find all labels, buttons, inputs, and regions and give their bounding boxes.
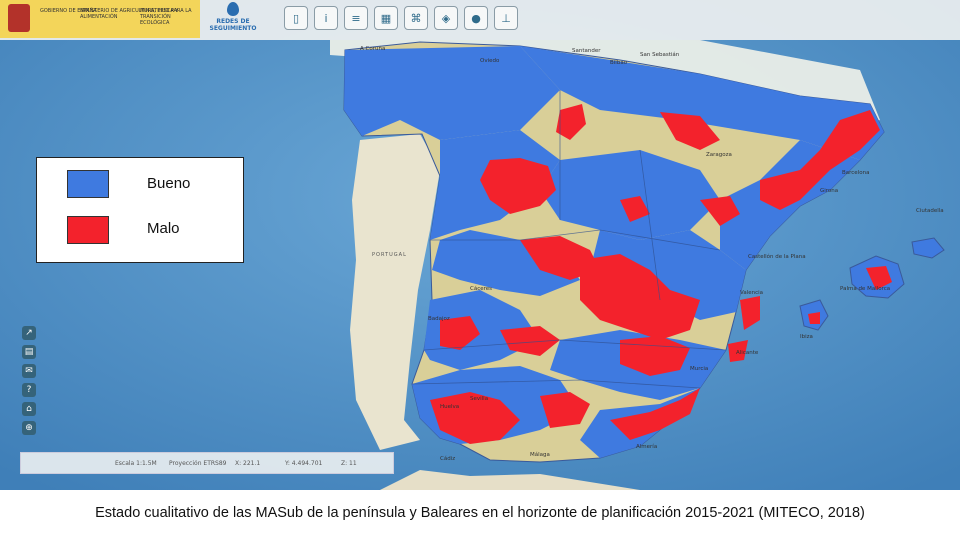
place-label: Zaragoza [706, 152, 732, 158]
slide-caption: Estado cualitativo de las MASub de la pe… [95, 505, 865, 521]
place-label: Bilbao [610, 60, 628, 66]
projection-readout: Proyección ETRS89 [169, 460, 227, 467]
place-label: Valencia [740, 290, 764, 296]
layers-icon[interactable]: ≡ [344, 6, 368, 30]
info-icon[interactable]: i [314, 6, 338, 30]
water-drop-icon [227, 2, 239, 16]
y-coordinate-readout: Y: 4.494.701 [285, 460, 323, 467]
legend-swatch-bueno [67, 170, 109, 198]
place-label: Alicante [736, 350, 759, 356]
help-icon[interactable]: ? [22, 383, 36, 397]
toolbar: ▯ i ≡ ▦ ⌘ ◈ ● ⊥ [284, 6, 518, 30]
place-label: Ciutadella [916, 208, 944, 214]
map-tools: ↗ ▤ ✉ ? ⌂ ⊕ [22, 326, 38, 435]
place-label: Cádiz [440, 456, 456, 462]
place-label: San Sebastián [640, 52, 680, 58]
export-icon[interactable]: ↗ [22, 326, 36, 340]
app-header: GOBIERNO DE ESPAÑA MINISTERIO DE AGRICUL… [0, 0, 960, 40]
legend-label-bueno: Bueno [147, 175, 191, 192]
place-label: Málaga [530, 452, 550, 458]
zoom-icon[interactable]: ⊕ [22, 421, 36, 435]
network-icon[interactable]: ⌘ [404, 6, 428, 30]
redes-seguimiento-logo[interactable]: REDES DE SEGUIMIENTO [208, 2, 258, 36]
slide: A Coruña Santander San Sebastián Bilbao … [0, 0, 960, 540]
place-label: A Coruña [360, 46, 386, 52]
place-label: Ibiza [800, 334, 813, 340]
place-label: Castellón de la Plana [748, 254, 806, 260]
map-statusbar: Escala 1:1.5M Proyección ETRS89 X: 221.1… [20, 452, 394, 474]
zoom-readout: Z: 11 [341, 460, 357, 467]
tap-icon[interactable]: ⊥ [494, 6, 518, 30]
legend: Bueno Malo [36, 157, 244, 263]
stack-icon[interactable]: ◈ [434, 6, 458, 30]
place-label: Almería [636, 444, 658, 450]
place-label: Barcelona [842, 170, 870, 176]
x-coordinate-readout: X: 221.1 [235, 460, 261, 467]
place-label: Murcia [690, 366, 709, 372]
coat-of-arms-icon [8, 4, 30, 32]
legend-label-malo: Malo [147, 220, 180, 237]
place-label: Cáceres [470, 286, 493, 292]
country-label: PORTUGAL [372, 252, 407, 258]
drop-icon[interactable]: ● [464, 6, 488, 30]
gov-line-3: MINISTERIO PARA LA TRANSICIÓN ECOLÓGICA [140, 8, 192, 26]
place-label: Huelva [440, 404, 460, 410]
place-label: Girona [820, 188, 839, 194]
legend-swatch-malo [67, 216, 109, 244]
scale-readout: Escala 1:1.5M [115, 460, 157, 467]
thermometer-icon[interactable]: ▯ [284, 6, 308, 30]
home-icon[interactable]: ⌂ [22, 402, 36, 416]
place-label: Palma de Mallorca [840, 286, 891, 292]
app-name: REDES DE SEGUIMIENTO [209, 18, 257, 32]
place-label: Badajoz [428, 316, 450, 322]
mail-icon[interactable]: ✉ [22, 364, 36, 378]
place-label: Sevilla [470, 396, 489, 402]
print-icon[interactable]: ▤ [22, 345, 36, 359]
government-logo: GOBIERNO DE ESPAÑA MINISTERIO DE AGRICUL… [0, 0, 200, 38]
map-icon[interactable]: ▦ [374, 6, 398, 30]
place-label: Santander [572, 48, 601, 54]
place-label: Oviedo [480, 58, 500, 64]
